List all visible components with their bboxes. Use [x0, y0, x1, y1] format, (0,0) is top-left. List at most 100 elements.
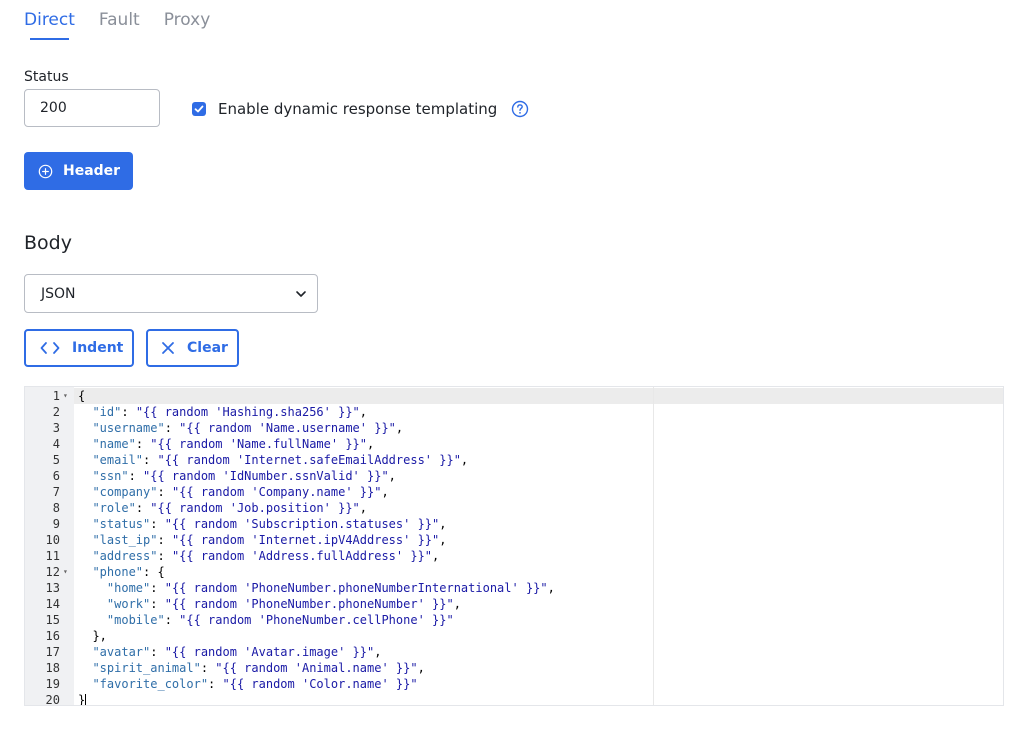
code-text: "mobile": "{{ random 'PhoneNumber.cellPh…	[106, 613, 454, 627]
line-number: 15	[45, 613, 60, 627]
code-text: "email": "{{ random 'Internet.safeEmailA…	[92, 453, 469, 467]
tab-proxy[interactable]: Proxy	[164, 8, 211, 42]
line-number: 7	[52, 485, 60, 499]
code-text: "username": "{{ random 'Name.username' }…	[92, 421, 404, 435]
code-text: "work": "{{ random 'PhoneNumber.phoneNum…	[106, 597, 461, 611]
editor-line: 15 "mobile": "{{ random 'PhoneNumber.cel…	[25, 612, 1003, 628]
code-text: "spirit_animal": "{{ random 'Animal.name…	[92, 661, 425, 675]
plus-circle-icon	[38, 164, 53, 178]
json-string: "{{ random 'Subscription.statuses' }}"	[164, 517, 440, 531]
json-string: "{{ random 'Company.name' }}"	[171, 485, 382, 499]
json-key: "address"	[92, 549, 158, 563]
json-key: "mobile"	[106, 613, 165, 627]
json-string: "{{ random 'Name.username' }}"	[179, 421, 396, 435]
editor-line: 1 ▾ {	[25, 388, 1003, 404]
line-number: 1	[52, 389, 60, 403]
editor-line: 4 "name": "{{ random 'Name.fullName' }}"…	[25, 436, 1003, 452]
editor-line: 11 "address": "{{ random 'Address.fullAd…	[25, 548, 1003, 564]
editor-line: 19 "favorite_color": "{{ random 'Color.n…	[25, 676, 1003, 692]
editor-line: 13 "home": "{{ random 'PhoneNumber.phone…	[25, 580, 1003, 596]
json-string: "{{ random 'IdNumber.ssnValid' }}"	[143, 469, 389, 483]
editor-line: 5 "email": "{{ random 'Internet.safeEmai…	[25, 452, 1003, 468]
code-text: "name": "{{ random 'Name.fullName' }}",	[92, 437, 375, 451]
json-string: "{{ random 'Internet.safeEmailAddress' }…	[157, 453, 461, 467]
code-brackets-icon	[40, 342, 60, 354]
code-text: "ssn": "{{ random 'IdNumber.ssnValid' }}…	[92, 469, 396, 483]
code-text: "address": "{{ random 'Address.fullAddre…	[92, 549, 440, 563]
templating-checkbox[interactable]	[192, 102, 206, 116]
check-icon	[194, 105, 204, 113]
json-string: "{{ random 'Name.fullName' }}"	[150, 437, 368, 451]
tab-fault[interactable]: Fault	[99, 8, 140, 42]
editor-line: 20}	[25, 692, 1003, 706]
code-text: "phone": {	[92, 565, 165, 579]
body-format-value: JSON	[41, 285, 76, 302]
editor-line: 18 "spirit_animal": "{{ random 'Animal.n…	[25, 660, 1003, 676]
editor-lines: 1 ▾{2 "id": "{{ random 'Hashing.sha256' }…	[25, 388, 1003, 706]
line-number: 16	[45, 629, 60, 643]
editor-line: 10 "last_ip": "{{ random 'Internet.ipV4A…	[25, 532, 1003, 548]
clear-button[interactable]: Clear	[146, 329, 239, 367]
json-string: "{{ random 'PhoneNumber.phoneNumberInter…	[164, 581, 548, 595]
status-input[interactable]	[24, 89, 160, 127]
code-text: "id": "{{ random 'Hashing.sha256' }}",	[92, 405, 368, 419]
code-text: "last_ip": "{{ random 'Internet.ipV4Addr…	[92, 533, 447, 547]
indent-button[interactable]: Indent	[24, 329, 134, 367]
line-number: 14	[45, 597, 60, 611]
editor-line: 7 "company": "{{ random 'Company.name' }…	[25, 484, 1003, 500]
code-text: "status": "{{ random 'Subscription.statu…	[92, 517, 447, 531]
json-editor[interactable]: 1 ▾{2 "id": "{{ random 'Hashing.sha256' }…	[24, 386, 1004, 706]
line-number: 6	[52, 469, 60, 483]
line-number: 20	[45, 693, 60, 706]
json-string: "{{ random 'Internet.ipV4Address' }}"	[171, 533, 440, 547]
json-key: "role"	[92, 501, 136, 515]
json-string: "{{ random 'Job.position' }}"	[150, 501, 360, 515]
json-string: "{{ random 'Address.fullAddress' }}"	[171, 549, 433, 563]
editor-line: 12 ▾ "phone": {	[25, 564, 1003, 580]
indent-button-label: Indent	[72, 340, 124, 356]
json-string: "{{ random 'PhoneNumber.cellPhone' }}"	[179, 613, 454, 627]
fold-arrow-icon[interactable]: ▾	[63, 388, 68, 404]
fold-arrow-icon[interactable]: ▾	[63, 564, 68, 580]
add-header-button[interactable]: Header	[24, 152, 133, 190]
json-key: "favorite_color"	[92, 677, 209, 691]
line-number: 3	[52, 421, 60, 435]
json-key: "home"	[106, 581, 151, 595]
editor-line: 3 "username": "{{ random 'Name.username'…	[25, 420, 1003, 436]
editor-line: 8 "role": "{{ random 'Job.position' }}",	[25, 500, 1003, 516]
line-number: 19	[45, 677, 60, 691]
line-number: 18	[45, 661, 60, 675]
editor-line: 14 "work": "{{ random 'PhoneNumber.phone…	[25, 596, 1003, 612]
line-number: 13	[45, 581, 60, 595]
help-icon[interactable]	[511, 100, 529, 118]
json-key: "last_ip"	[92, 533, 158, 547]
tab-direct[interactable]: Direct	[24, 8, 75, 42]
templating-label: Enable dynamic response templating	[218, 100, 498, 118]
json-key: "company"	[92, 485, 158, 499]
line-number: 8	[52, 501, 60, 515]
line-number: 17	[45, 645, 60, 659]
code-text: "company": "{{ random 'Company.name' }}"…	[92, 485, 389, 499]
json-key: "spirit_animal"	[92, 661, 201, 675]
line-number: 4	[52, 437, 60, 451]
line-number: 11	[45, 549, 60, 563]
json-key: "avatar"	[92, 645, 151, 659]
line-number: 12	[45, 565, 60, 579]
line-number: 2	[52, 405, 60, 419]
json-string: "{{ random 'PhoneNumber.phoneNumber' }}"	[164, 597, 454, 611]
body-format-select[interactable]: JSON	[24, 274, 318, 313]
json-key: "work"	[106, 597, 151, 611]
editor-line: 17 "avatar": "{{ random 'Avatar.image' }…	[25, 644, 1003, 660]
code-text: {	[78, 389, 86, 403]
code-text: "avatar": "{{ random 'Avatar.image' }}",	[92, 645, 382, 659]
status-label: Status	[24, 69, 69, 85]
line-number: 9	[52, 517, 60, 531]
json-string: "{{ random 'Animal.name' }}"	[215, 661, 418, 675]
line-number: 10	[45, 533, 60, 547]
add-header-button-label: Header	[63, 163, 121, 179]
json-key: "id"	[92, 405, 122, 419]
code-text: "role": "{{ random 'Job.position' }}",	[92, 501, 368, 515]
body-title: Body	[24, 232, 72, 254]
code-text: "home": "{{ random 'PhoneNumber.phoneNum…	[106, 581, 555, 595]
chevron-down-icon	[296, 290, 306, 297]
